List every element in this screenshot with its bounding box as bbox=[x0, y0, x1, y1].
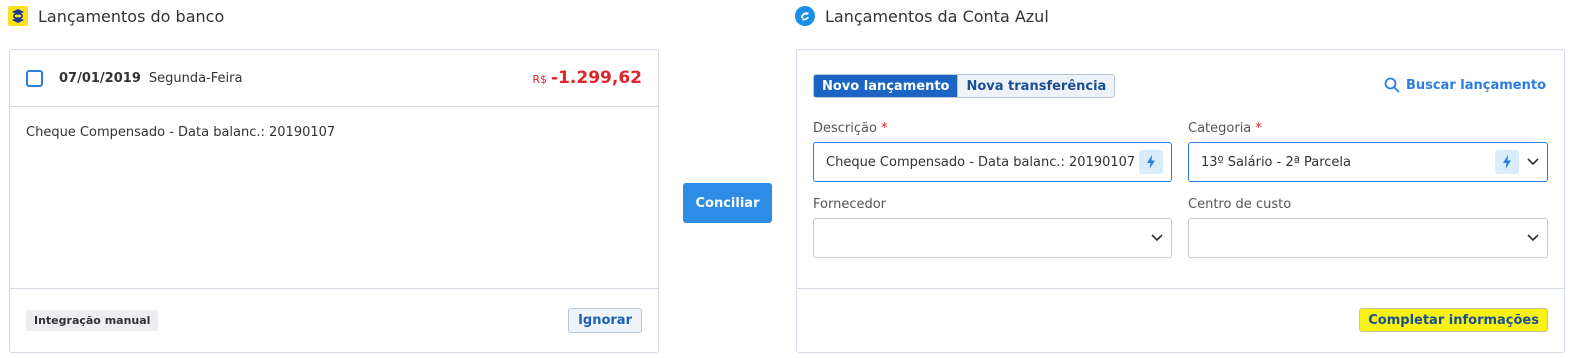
amount-value: -1.299,62 bbox=[551, 68, 642, 88]
lightning-icon[interactable] bbox=[1139, 150, 1163, 174]
search-entry-link[interactable]: Buscar lançamento bbox=[1384, 77, 1546, 93]
conta-azul-title-text: Lançamentos da Conta Azul bbox=[825, 6, 1049, 26]
conta-azul-logo-icon bbox=[795, 6, 815, 26]
transaction-amount: R$ -1.299,62 bbox=[532, 68, 642, 88]
descricao-value: Cheque Compensado - Data balanc.: 201901… bbox=[826, 154, 1136, 170]
chevron-down-icon bbox=[1151, 234, 1163, 242]
descricao-field[interactable]: Cheque Compensado - Data balanc.: 201901… bbox=[813, 142, 1172, 182]
required-mark: * bbox=[1255, 121, 1262, 136]
tab-nova-transferencia[interactable]: Nova transferência bbox=[957, 75, 1115, 97]
fornecedor-label: Fornecedor bbox=[813, 197, 887, 212]
banco-do-brasil-logo-icon bbox=[8, 6, 28, 26]
fornecedor-select[interactable] bbox=[813, 218, 1172, 258]
conta-azul-card: Novo lançamento Nova transferência Busca… bbox=[796, 49, 1565, 353]
transaction-description: Cheque Compensado - Data balanc.: 201901… bbox=[26, 125, 336, 140]
search-entry-label: Buscar lançamento bbox=[1405, 77, 1546, 93]
centro-custo-label: Centro de custo bbox=[1188, 197, 1292, 212]
tab-novo-lancamento[interactable]: Novo lançamento bbox=[814, 75, 958, 97]
bank-transaction-card: 07/01/2019 Segunda-Feira R$ -1.299,62 Ch… bbox=[9, 49, 659, 353]
transaction-weekday: Segunda-Feira bbox=[148, 70, 243, 86]
categoria-label-text: Categoria bbox=[1188, 121, 1252, 136]
categoria-label: Categoria * bbox=[1188, 121, 1262, 136]
transaction-date: 07/01/2019 bbox=[59, 70, 141, 86]
conciliar-button[interactable]: Conciliar bbox=[683, 183, 772, 223]
conta-azul-card-footer: Completar informações bbox=[797, 288, 1564, 352]
centro-custo-select[interactable] bbox=[1188, 218, 1548, 258]
bank-section-title: Lançamentos do banco bbox=[8, 6, 224, 26]
bank-card-footer: Integração manual Ignorar bbox=[10, 288, 658, 352]
integration-tag: Integração manual bbox=[26, 310, 159, 331]
chevron-down-icon bbox=[1527, 234, 1539, 242]
required-mark: * bbox=[881, 121, 888, 136]
descricao-label: Descrição * bbox=[813, 121, 888, 136]
categoria-select[interactable]: 13º Salário - 2ª Parcela bbox=[1188, 142, 1548, 182]
currency-symbol: R$ bbox=[532, 73, 548, 86]
search-icon bbox=[1384, 77, 1400, 93]
select-checkbox[interactable] bbox=[26, 69, 43, 87]
conta-azul-section-title: Lançamentos da Conta Azul bbox=[795, 6, 1049, 26]
complete-info-button[interactable]: Completar informações bbox=[1359, 308, 1548, 332]
descricao-label-text: Descrição bbox=[813, 121, 877, 136]
categoria-value: 13º Salário - 2ª Parcela bbox=[1201, 154, 1351, 170]
lightning-icon[interactable] bbox=[1495, 150, 1519, 174]
bank-transaction-header: 07/01/2019 Segunda-Feira R$ -1.299,62 bbox=[10, 50, 658, 107]
entry-type-tabs: Novo lançamento Nova transferência bbox=[813, 74, 1116, 98]
bank-title-text: Lançamentos do banco bbox=[38, 6, 225, 26]
ignore-button[interactable]: Ignorar bbox=[568, 308, 642, 333]
chevron-down-icon bbox=[1527, 158, 1539, 166]
